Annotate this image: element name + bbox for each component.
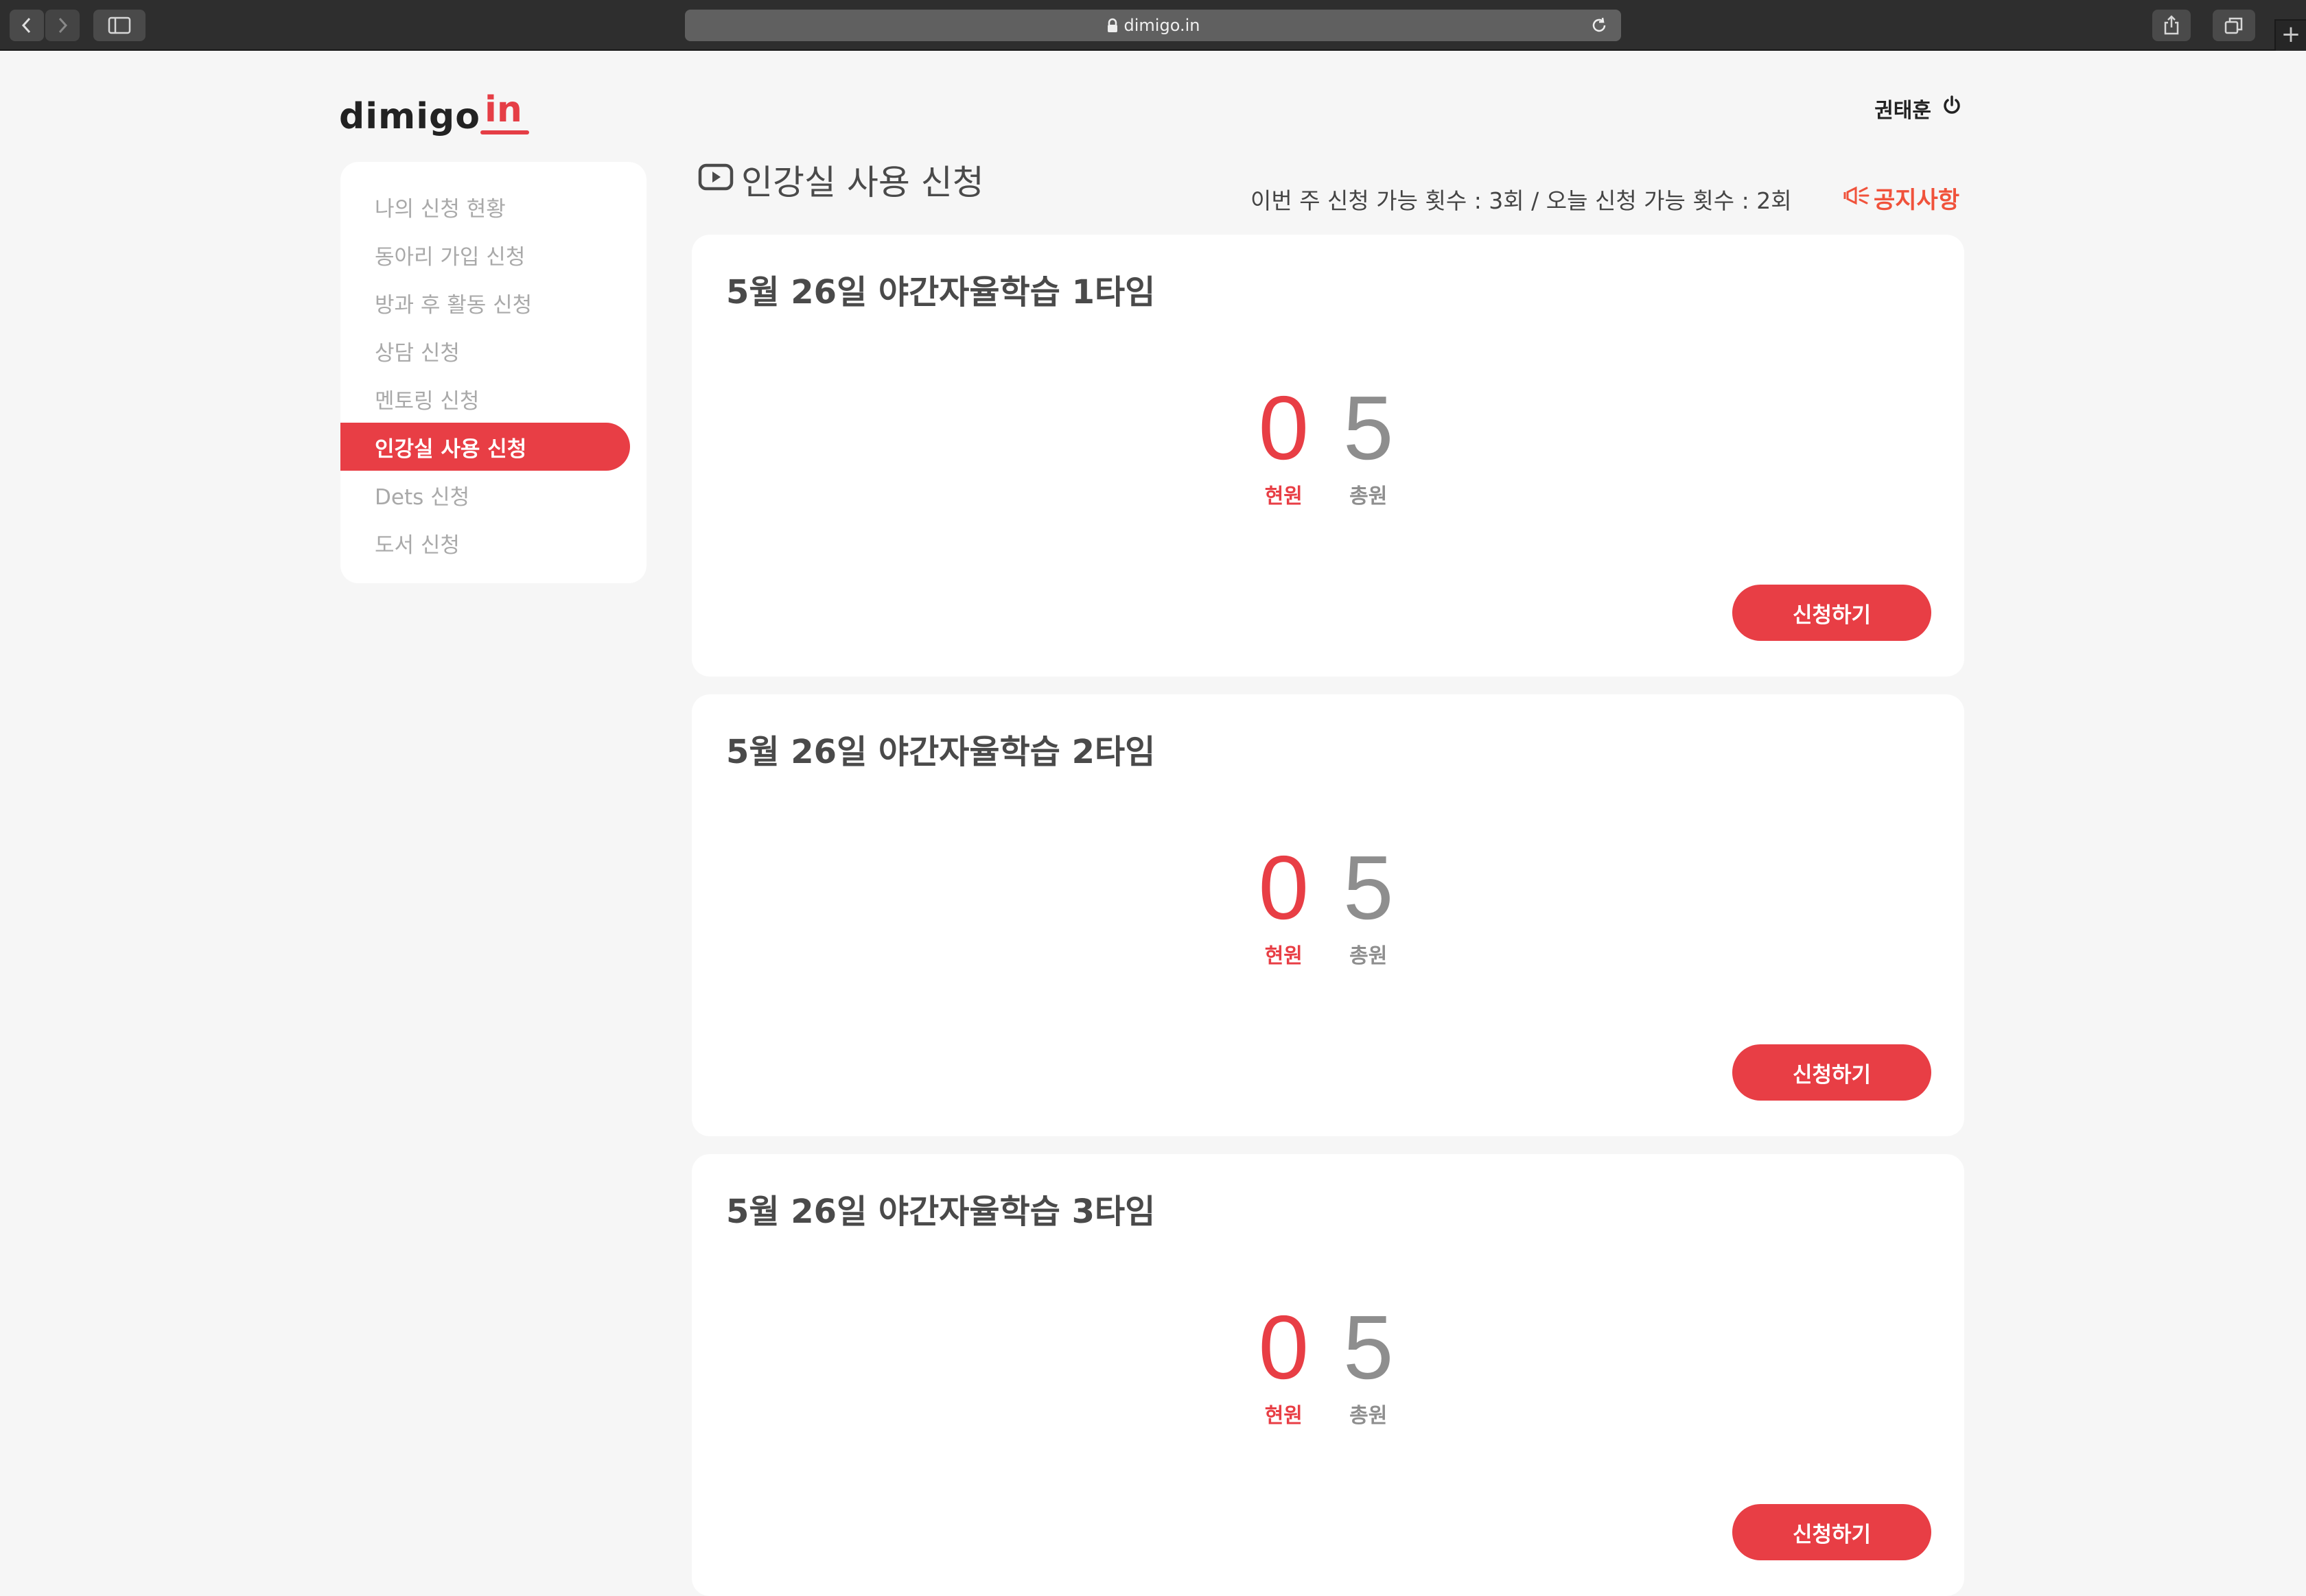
power-icon[interactable] <box>1941 95 1963 122</box>
chevron-left-icon <box>21 17 31 34</box>
reload-icon[interactable] <box>1589 16 1609 39</box>
total-count-label: 총원 <box>1349 1404 1388 1428</box>
user-menu: 권태훈 <box>1874 93 1963 124</box>
forward-button[interactable] <box>45 10 80 41</box>
current-count-label: 현원 <box>1264 1404 1303 1428</box>
total-count: 5 총원 <box>1343 1302 1393 1429</box>
session-title: 5월 26일 야간자율학습 3타임 <box>726 1193 1156 1231</box>
logo-text: dimigo <box>339 96 481 137</box>
total-count-label: 총원 <box>1349 944 1388 968</box>
current-count-value: 0 <box>1258 377 1309 478</box>
sidebar-item-ingang-room[interactable]: 인강실 사용 신청 <box>340 423 630 471</box>
apply-button[interactable]: 신청하기 <box>1732 1504 1931 1560</box>
sidebar-item-counseling[interactable]: 상담 신청 <box>340 327 630 375</box>
apply-button[interactable]: 신청하기 <box>1732 1044 1931 1101</box>
page-title: 인강실 사용 신청 <box>697 155 984 204</box>
url-text: dimigo.in <box>1123 16 1200 35</box>
total-count-label: 총원 <box>1349 484 1388 508</box>
current-count-value: 0 <box>1258 1297 1309 1398</box>
share-icon <box>2164 15 2179 35</box>
megaphone-icon <box>1843 185 1870 212</box>
notice-link[interactable]: 공지사항 <box>1843 181 1959 215</box>
logo[interactable]: dimigo in <box>339 80 529 137</box>
sidebar-item-dets[interactable]: Dets 신청 <box>340 471 630 519</box>
notice-label: 공지사항 <box>1874 187 1960 214</box>
apply-button[interactable]: 신청하기 <box>1732 585 1931 641</box>
chevron-right-icon <box>58 17 68 34</box>
tabs-icon <box>2224 17 2243 34</box>
session-counts: 0 현원 5 총원 <box>692 1302 1964 1429</box>
current-count-label: 현원 <box>1264 484 1303 508</box>
sidebar-icon <box>108 16 131 34</box>
logo-accent: in <box>480 92 529 134</box>
total-count-value: 5 <box>1343 377 1394 478</box>
total-count-value: 5 <box>1343 1297 1394 1398</box>
current-count-value: 0 <box>1258 837 1309 938</box>
lock-icon <box>1106 18 1119 33</box>
user-name: 권태훈 <box>1874 99 1931 123</box>
current-count: 0 현원 <box>1259 843 1309 969</box>
address-bar[interactable]: dimigo.in <box>685 10 1621 41</box>
total-count: 5 총원 <box>1343 843 1393 969</box>
sidebar-item-mentoring[interactable]: 멘토링 신청 <box>340 375 630 423</box>
session-card: 5월 26일 야간자율학습 2타임 0 현원 5 총원 신청하기 <box>692 694 1964 1136</box>
session-counts: 0 현원 5 총원 <box>692 843 1964 969</box>
sidebar-item-afterschool[interactable]: 방과 후 활동 신청 <box>340 279 630 327</box>
browser-toolbar: dimigo.in + <box>0 0 2306 51</box>
current-count-label: 현원 <box>1264 944 1303 968</box>
total-count: 5 총원 <box>1343 383 1393 509</box>
back-button[interactable] <box>10 10 44 41</box>
total-count-value: 5 <box>1343 837 1394 938</box>
page-title-text: 인강실 사용 신청 <box>741 163 984 202</box>
share-button[interactable] <box>2152 10 2191 41</box>
sidebar: 나의 신청 현황 동아리 가입 신청 방과 후 활동 신청 상담 신청 멘토링 … <box>340 162 647 583</box>
sidebar-item-my-applications[interactable]: 나의 신청 현황 <box>340 183 630 231</box>
session-card: 5월 26일 야간자율학습 3타임 0 현원 5 총원 신청하기 <box>692 1154 1964 1596</box>
sidebar-toggle-button[interactable] <box>93 10 145 41</box>
session-title: 5월 26일 야간자율학습 1타임 <box>726 273 1156 312</box>
tabs-button[interactable] <box>2213 10 2255 41</box>
sidebar-item-books[interactable]: 도서 신청 <box>340 519 630 567</box>
sidebar-item-club-join[interactable]: 동아리 가입 신청 <box>340 231 630 279</box>
current-count: 0 현원 <box>1259 383 1309 509</box>
session-card: 5월 26일 야간자율학습 1타임 0 현원 5 총원 신청하기 <box>692 235 1964 677</box>
new-tab-button[interactable]: + <box>2274 19 2306 51</box>
play-icon <box>697 160 734 200</box>
current-count: 0 현원 <box>1259 1302 1309 1429</box>
session-counts: 0 현원 5 총원 <box>692 383 1964 509</box>
session-title: 5월 26일 야간자율학습 2타임 <box>726 733 1156 771</box>
quota-text: 이번 주 신청 가능 횟수 : 3회 / 오늘 신청 가능 횟수 : 2회 <box>1250 187 1792 214</box>
